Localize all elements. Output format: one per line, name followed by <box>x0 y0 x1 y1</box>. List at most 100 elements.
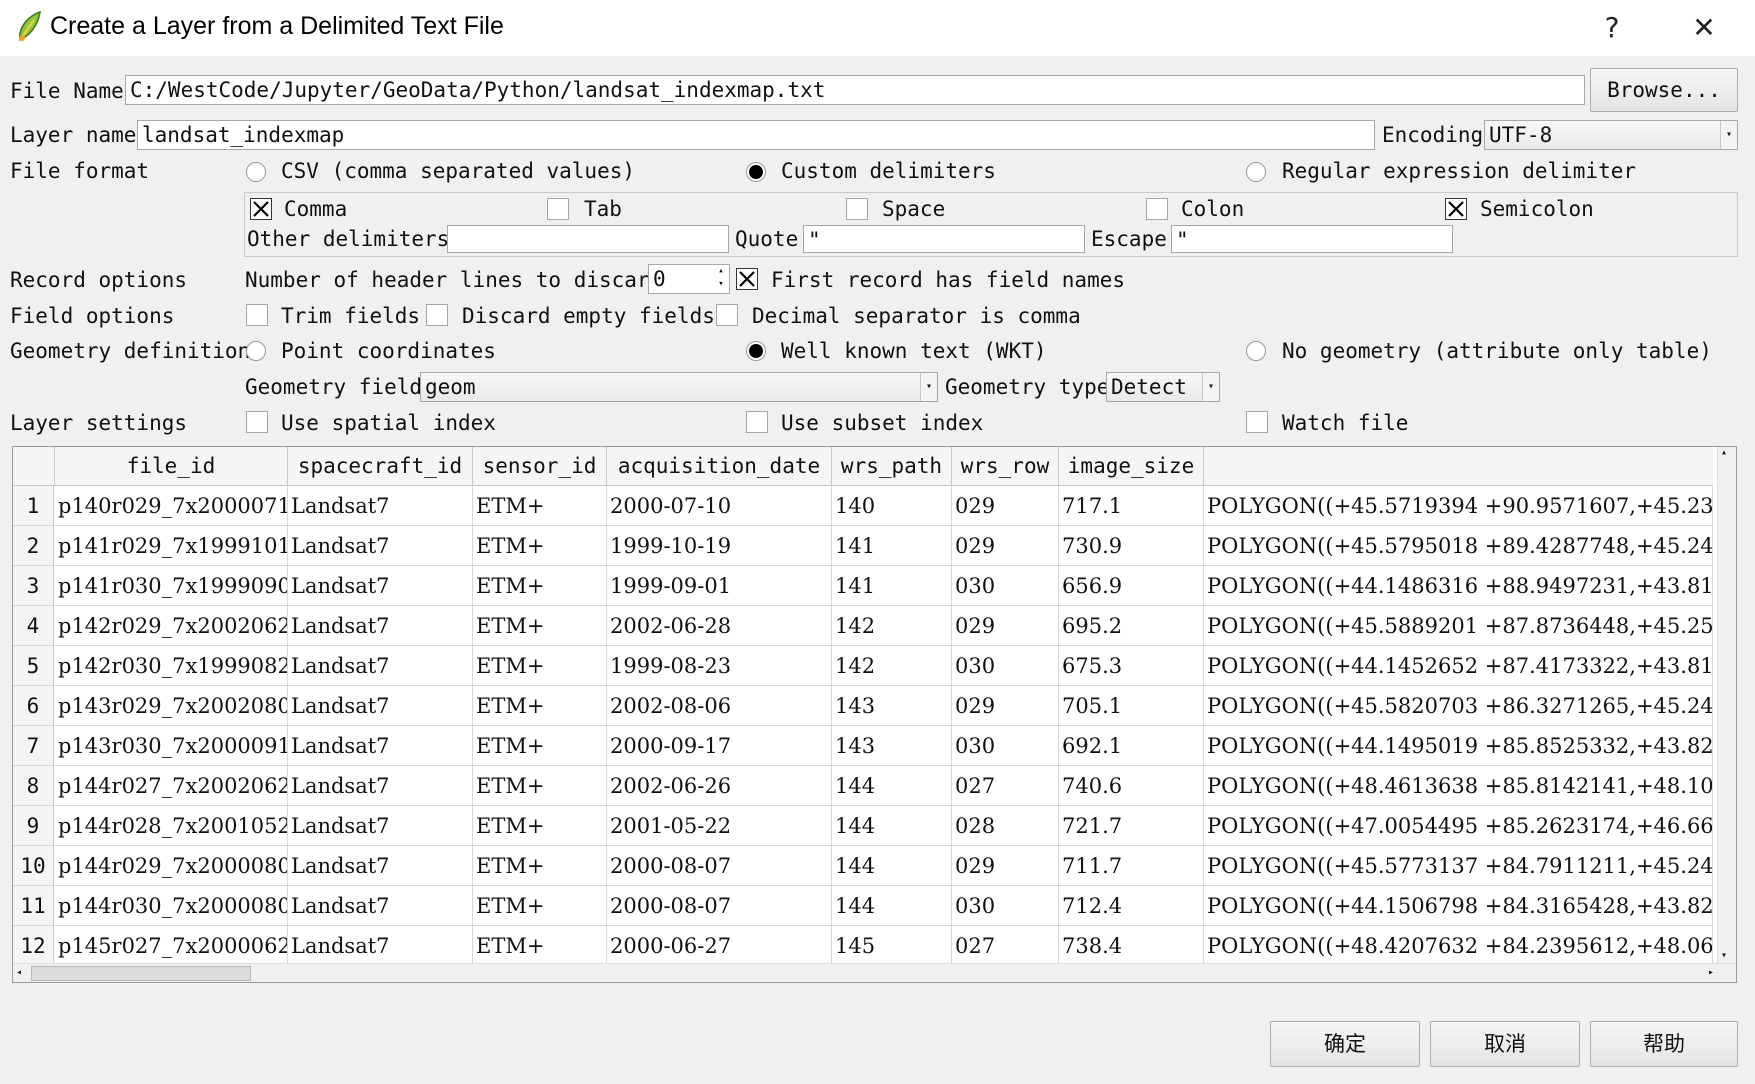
header-lines-spinbox[interactable]: 0 ▴ ▾ <box>648 264 730 294</box>
table-cell[interactable]: ETM+ <box>473 726 607 766</box>
row-header[interactable]: 2 <box>13 526 54 566</box>
row-header[interactable]: 3 <box>13 566 54 606</box>
table-cell[interactable]: ETM+ <box>473 806 607 846</box>
scroll-down-icon[interactable]: ▾ <box>1721 950 1727 961</box>
csv-radio[interactable] <box>246 162 266 182</box>
table-cell[interactable]: 738.4 <box>1059 926 1204 966</box>
table-cell[interactable]: 2000-09-17 <box>607 726 832 766</box>
table-cell[interactable]: 027 <box>952 766 1059 806</box>
table-cell[interactable]: POLYGON((+44.1452652 +87.4173322,+43.815… <box>1204 646 1713 686</box>
table-cell[interactable]: 144 <box>832 886 952 926</box>
table-cell[interactable]: 142 <box>832 646 952 686</box>
browse-button[interactable]: Browse... <box>1590 68 1738 112</box>
table-cell[interactable]: ETM+ <box>473 486 607 526</box>
first-record-checkbox[interactable] <box>736 268 758 290</box>
table-cell[interactable]: p142r029_7x20020628 <box>55 606 288 646</box>
table-cell[interactable]: Landsat7 <box>288 566 473 606</box>
table-cell[interactable]: 027 <box>952 926 1059 966</box>
row-header[interactable]: 9 <box>13 806 54 846</box>
table-cell[interactable]: 2000-07-10 <box>607 486 832 526</box>
row-header[interactable]: 5 <box>13 646 54 686</box>
spatial-index-checkbox[interactable] <box>246 411 268 433</box>
row-header[interactable]: 12 <box>13 926 54 966</box>
table-cell[interactable]: p141r029_7x19991019 <box>55 526 288 566</box>
table-cell[interactable]: POLYGON((+47.0054495 +85.2623174,+46.660… <box>1204 806 1713 846</box>
wkt-label[interactable]: Well known text (WKT) <box>781 337 1047 365</box>
semicolon-label[interactable]: Semicolon <box>1480 195 1594 223</box>
table-cell[interactable]: p142r030_7x19990823 <box>55 646 288 686</box>
trim-fields-checkbox[interactable] <box>246 304 268 326</box>
table-cell[interactable]: 028 <box>952 806 1059 846</box>
custom-delimiters-label[interactable]: Custom delimiters <box>781 157 996 185</box>
table-cell[interactable]: 141 <box>832 526 952 566</box>
table-cell[interactable]: ETM+ <box>473 846 607 886</box>
column-header[interactable]: file_id <box>55 447 288 485</box>
colon-label[interactable]: Colon <box>1181 195 1244 223</box>
table-cell[interactable]: POLYGON((+44.1495019 +85.8525332,+43.820… <box>1204 726 1713 766</box>
table-cell[interactable]: 030 <box>952 646 1059 686</box>
row-header[interactable]: 6 <box>13 686 54 726</box>
column-header[interactable] <box>1204 447 1713 485</box>
table-cell[interactable]: POLYGON((+48.4613638 +85.8142141,+48.105… <box>1204 766 1713 806</box>
comma-label[interactable]: Comma <box>284 195 347 223</box>
table-cell[interactable]: 143 <box>832 726 952 766</box>
table-cell[interactable]: 145 <box>832 926 952 966</box>
table-cell[interactable]: POLYGON((+45.5820703 +86.3271265,+45.244… <box>1204 686 1713 726</box>
table-cell[interactable]: 2002-08-06 <box>607 686 832 726</box>
table-cell[interactable]: POLYGON((+45.5773137 +84.7911211,+45.240… <box>1204 846 1713 886</box>
table-cell[interactable]: p144r028_7x20010522 <box>55 806 288 846</box>
table-cell[interactable]: 692.1 <box>1059 726 1204 766</box>
table-cell[interactable]: 711.7 <box>1059 846 1204 886</box>
quote-input[interactable]: " <box>803 225 1085 253</box>
cancel-button[interactable]: 取消 <box>1430 1021 1580 1067</box>
regex-delimiter-label[interactable]: Regular expression delimiter <box>1282 157 1636 185</box>
spin-arrows-icon[interactable]: ▴ ▾ <box>714 265 728 293</box>
table-cell[interactable]: p144r030_7x20000807 <box>55 886 288 926</box>
table-cell[interactable]: 695.2 <box>1059 606 1204 646</box>
table-cell[interactable]: ETM+ <box>473 646 607 686</box>
table-cell[interactable]: 1999-09-01 <box>607 566 832 606</box>
table-cell[interactable]: 144 <box>832 766 952 806</box>
table-cell[interactable]: 144 <box>832 806 952 846</box>
table-cell[interactable]: ETM+ <box>473 606 607 646</box>
table-cell[interactable]: Landsat7 <box>288 606 473 646</box>
tab-checkbox[interactable] <box>547 198 569 220</box>
ok-button[interactable]: 确定 <box>1270 1021 1420 1067</box>
subset-index-label[interactable]: Use subset index <box>781 409 983 437</box>
table-cell[interactable]: p144r027_7x20020626 <box>55 766 288 806</box>
table-cell[interactable]: 717.1 <box>1059 486 1204 526</box>
table-cell[interactable]: 030 <box>952 566 1059 606</box>
table-cell[interactable]: POLYGON((+44.1486316 +88.9497231,+43.819… <box>1204 566 1713 606</box>
table-cell[interactable]: Landsat7 <box>288 766 473 806</box>
horizontal-scroll-thumb[interactable] <box>31 966 251 981</box>
table-cell[interactable]: p141r030_7x19990901 <box>55 566 288 606</box>
spatial-index-label[interactable]: Use spatial index <box>281 409 496 437</box>
table-cell[interactable]: 029 <box>952 526 1059 566</box>
point-coordinates-radio[interactable] <box>246 341 266 361</box>
scroll-right-icon[interactable]: ▸ <box>1708 964 1714 982</box>
table-cell[interactable]: p144r029_7x20000807 <box>55 846 288 886</box>
table-cell[interactable]: 142 <box>832 606 952 646</box>
table-cell[interactable]: ETM+ <box>473 926 607 966</box>
table-cell[interactable]: Landsat7 <box>288 646 473 686</box>
table-cell[interactable]: Landsat7 <box>288 846 473 886</box>
table-cell[interactable]: Landsat7 <box>288 726 473 766</box>
scroll-left-icon[interactable]: ◂ <box>16 964 22 982</box>
close-icon[interactable]: ✕ <box>1684 8 1724 48</box>
table-cell[interactable]: Landsat7 <box>288 926 473 966</box>
column-header[interactable]: sensor_id <box>473 447 607 485</box>
table-cell[interactable]: p143r029_7x20020806 <box>55 686 288 726</box>
decimal-comma-checkbox[interactable] <box>716 304 738 326</box>
help-icon[interactable]: ? <box>1592 8 1632 48</box>
table-cell[interactable]: ETM+ <box>473 886 607 926</box>
sample-data-table[interactable]: file_id spacecraft_id sensor_id acquisit… <box>12 446 1737 983</box>
table-cell[interactable]: POLYGON((+45.5889201 +87.8736448,+45.251… <box>1204 606 1713 646</box>
column-header[interactable]: wrs_path <box>832 447 952 485</box>
regex-delimiter-radio[interactable] <box>1246 162 1266 182</box>
watch-file-label[interactable]: Watch file <box>1282 409 1408 437</box>
csv-radio-label[interactable]: CSV (comma separated values) <box>281 157 635 185</box>
custom-delimiters-radio[interactable] <box>746 162 766 182</box>
column-header[interactable]: wrs_row <box>952 447 1059 485</box>
column-header[interactable]: spacecraft_id <box>288 447 473 485</box>
table-cell[interactable]: 141 <box>832 566 952 606</box>
